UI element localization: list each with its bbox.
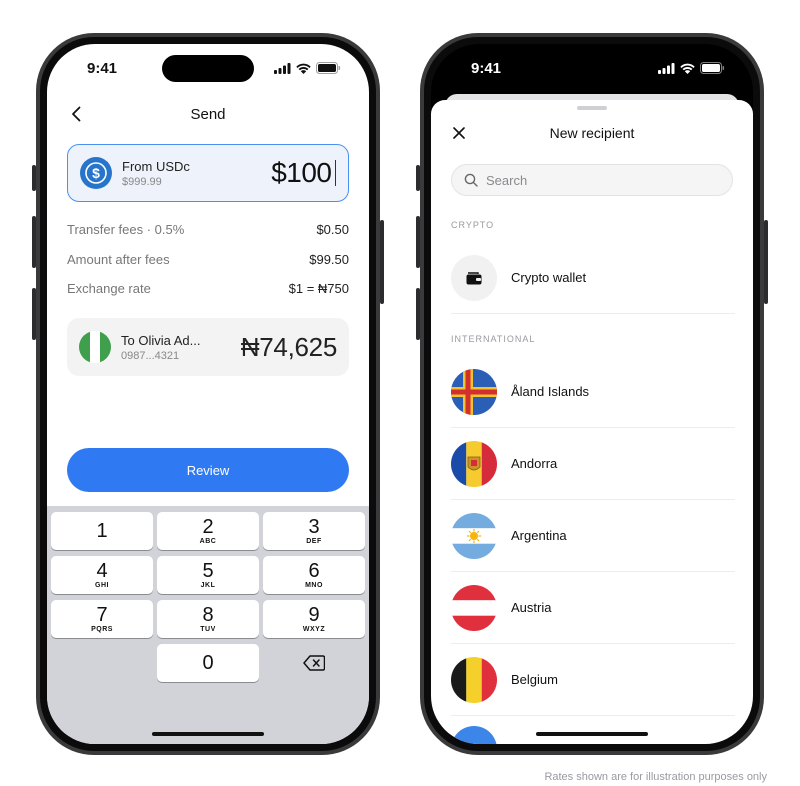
list-item-country[interactable]: Argentina <box>451 500 735 572</box>
phone-button <box>416 288 420 340</box>
from-amount-card[interactable]: $ From USDc $999.99 $100 <box>67 144 349 202</box>
dynamic-island <box>546 55 638 82</box>
signal-icon <box>658 62 675 74</box>
fee-row: Amount after fees $99.50 <box>67 252 349 267</box>
list-item-label: Argentina <box>511 528 567 543</box>
list-item-crypto-wallet[interactable]: Crypto wallet <box>451 242 735 314</box>
wifi-icon <box>296 63 311 74</box>
status-icons <box>274 62 341 74</box>
signal-icon <box>274 62 291 74</box>
key-7[interactable]: 7 PQRS <box>51 600 153 638</box>
from-label: From USDc <box>122 158 190 174</box>
wifi-icon <box>680 63 695 74</box>
sheet-title: New recipient <box>549 125 635 141</box>
austria-flag-icon <box>451 584 497 631</box>
battery-icon <box>700 62 725 74</box>
list-item-label: Austria <box>511 600 552 615</box>
disclaimer-text: Rates shown are for illustration purpose… <box>544 771 767 783</box>
key-5[interactable]: 5 JKL <box>157 556 259 594</box>
fee-label: Transfer fees · 0.5% <box>67 222 185 237</box>
from-balance: $999.99 <box>122 175 162 188</box>
svg-text:$: $ <box>92 165 100 181</box>
phone-button <box>32 288 36 340</box>
fee-value: $99.50 <box>309 252 349 267</box>
list-item-label: Åland Islands <box>511 384 590 399</box>
dynamic-island <box>162 55 254 82</box>
fee-value: $0.50 <box>316 222 349 237</box>
search-input[interactable] <box>486 172 706 188</box>
back-chevron-icon[interactable] <box>67 104 87 124</box>
recipient-sheet: New recipient CRYPTO Crypto wallet INTER… <box>431 100 753 744</box>
close-icon[interactable] <box>451 125 467 141</box>
numeric-keypad: 1 2 ABC 3 DEF 4 GHI 5 JKL 6 MNO 7 PQRS 8 TUV 9W… <box>47 506 369 744</box>
recipient-card[interactable]: To Olivia Ad... 0987...4321 ₦74,625 <box>67 318 349 376</box>
next-flag-icon <box>451 726 497 744</box>
status-time: 9:41 <box>87 59 118 77</box>
search-icon <box>464 173 478 187</box>
section-label-crypto: CRYPTO <box>451 220 495 230</box>
argentina-flag-icon <box>451 512 497 559</box>
key-6[interactable]: 6 MNO <box>263 556 365 594</box>
backspace-icon <box>303 655 325 671</box>
key-blank <box>51 644 153 682</box>
wallet-icon <box>451 254 497 301</box>
recipient-phone: 9:41 New recipient CRY <box>420 33 764 755</box>
list-item-country[interactable]: Åland Islands <box>451 356 735 428</box>
phone-button <box>416 165 420 191</box>
recipient-name: To Olivia Ad... <box>121 332 201 348</box>
delete-key[interactable] <box>263 644 365 682</box>
phone-button <box>32 165 36 191</box>
list-item-country[interactable]: Belgium <box>451 644 735 716</box>
list-item-label: Crypto wallet <box>511 270 587 285</box>
status-time: 9:41 <box>471 59 502 77</box>
key-3[interactable]: 3 DEF <box>263 512 365 550</box>
text-caret <box>334 160 336 186</box>
battery-icon <box>316 62 341 74</box>
send-screen: 9:41 Send $ From USDc $999.99 $100 Trans… <box>47 44 369 744</box>
list-item-label: Belgium <box>511 672 558 687</box>
key-2[interactable]: 2 ABC <box>157 512 259 550</box>
list-item-country[interactable]: Andorra <box>451 428 735 500</box>
amount-input[interactable]: $100 <box>271 157 336 189</box>
phone-button <box>764 220 768 304</box>
usdc-icon: $ <box>80 157 112 189</box>
key-9[interactable]: 9 WXYZ <box>263 600 365 638</box>
andorra-flag-icon <box>451 440 497 487</box>
aland-flag-icon <box>451 368 497 415</box>
send-phone: 9:41 Send $ From USDc $999.99 $100 Trans… <box>36 33 380 755</box>
list-item-country[interactable]: Austria <box>451 572 735 644</box>
belgium-flag-icon <box>451 656 497 703</box>
home-indicator[interactable] <box>152 732 264 736</box>
fee-label: Exchange rate <box>67 281 151 296</box>
phone-button <box>416 216 420 268</box>
key-1[interactable]: 1 <box>51 512 153 550</box>
key-8[interactable]: 8 TUV <box>157 600 259 638</box>
review-button[interactable]: Review <box>67 448 349 492</box>
fee-label: Amount after fees <box>67 252 170 267</box>
recipient-account: 0987...4321 <box>121 349 180 362</box>
key-0[interactable]: 0 <box>157 644 259 682</box>
received-amount: ₦74,625 <box>240 331 338 362</box>
section-label-international: INTERNATIONAL <box>451 334 536 344</box>
nigeria-flag-icon <box>79 331 111 363</box>
home-indicator[interactable] <box>536 732 648 736</box>
status-icons <box>658 62 725 74</box>
sheet-header: New recipient <box>431 118 753 148</box>
search-field[interactable] <box>451 164 733 196</box>
key-4[interactable]: 4 GHI <box>51 556 153 594</box>
list-item-label: Andorra <box>511 456 558 471</box>
send-header: Send <box>47 96 369 132</box>
recipient-screen: 9:41 New recipient CRY <box>431 44 753 744</box>
phone-button <box>32 216 36 268</box>
phone-button <box>380 220 384 304</box>
fee-value: $1 = ₦750 <box>288 281 349 296</box>
amount-value: $100 <box>271 157 332 188</box>
fee-row: Exchange rate $1 = ₦750 <box>67 281 349 296</box>
page-title: Send <box>190 105 226 123</box>
sheet-grabber[interactable] <box>577 106 607 110</box>
fee-row: Transfer fees · 0.5% $0.50 <box>67 222 349 237</box>
